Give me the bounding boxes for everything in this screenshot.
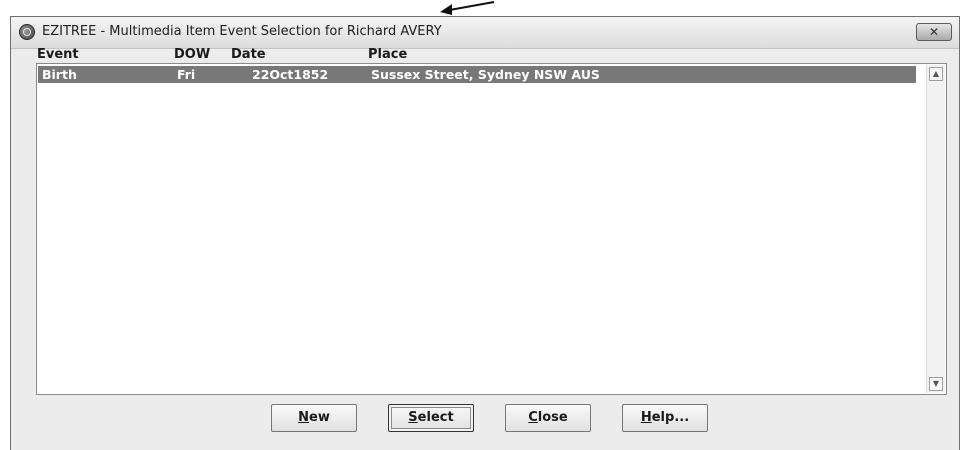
ezitree-app-icon — [19, 24, 35, 40]
list-row-selected[interactable]: Birth Fri 22Oct1852 Sussex Street, Sydne… — [38, 66, 916, 83]
row-date: 22Oct1852 — [252, 67, 329, 82]
scroll-up-icon[interactable]: ▲ — [929, 67, 943, 81]
column-header-place[interactable]: Place — [368, 47, 407, 62]
column-header-event[interactable]: Event — [37, 47, 79, 62]
column-header-dow[interactable]: DOW — [174, 47, 210, 62]
vertical-scrollbar[interactable]: ▲ ▼ — [926, 65, 945, 393]
help-button[interactable]: Help... — [622, 404, 708, 432]
new-button[interactable]: New — [271, 404, 357, 432]
window-title: EZITREE - Multimedia Item Event Selectio… — [42, 24, 442, 39]
scroll-down-icon[interactable]: ▼ — [929, 377, 943, 391]
column-header-date[interactable]: Date — [231, 47, 266, 62]
list-header: Event DOW Date Place — [37, 45, 927, 63]
select-button[interactable]: Select — [388, 404, 474, 432]
top-annotation-arrow — [440, 1, 495, 15]
event-selection-window: EZITREE - Multimedia Item Event Selectio… — [10, 16, 960, 450]
close-window-button[interactable]: ✕ — [916, 23, 952, 41]
row-event: Birth — [42, 67, 77, 82]
close-button[interactable]: Close — [505, 404, 591, 432]
row-dow: Fri — [177, 67, 196, 82]
row-place: Sussex Street, Sydney NSW AUS — [371, 67, 600, 82]
event-list[interactable]: Birth Fri 22Oct1852 Sussex Street, Sydne… — [36, 63, 947, 395]
